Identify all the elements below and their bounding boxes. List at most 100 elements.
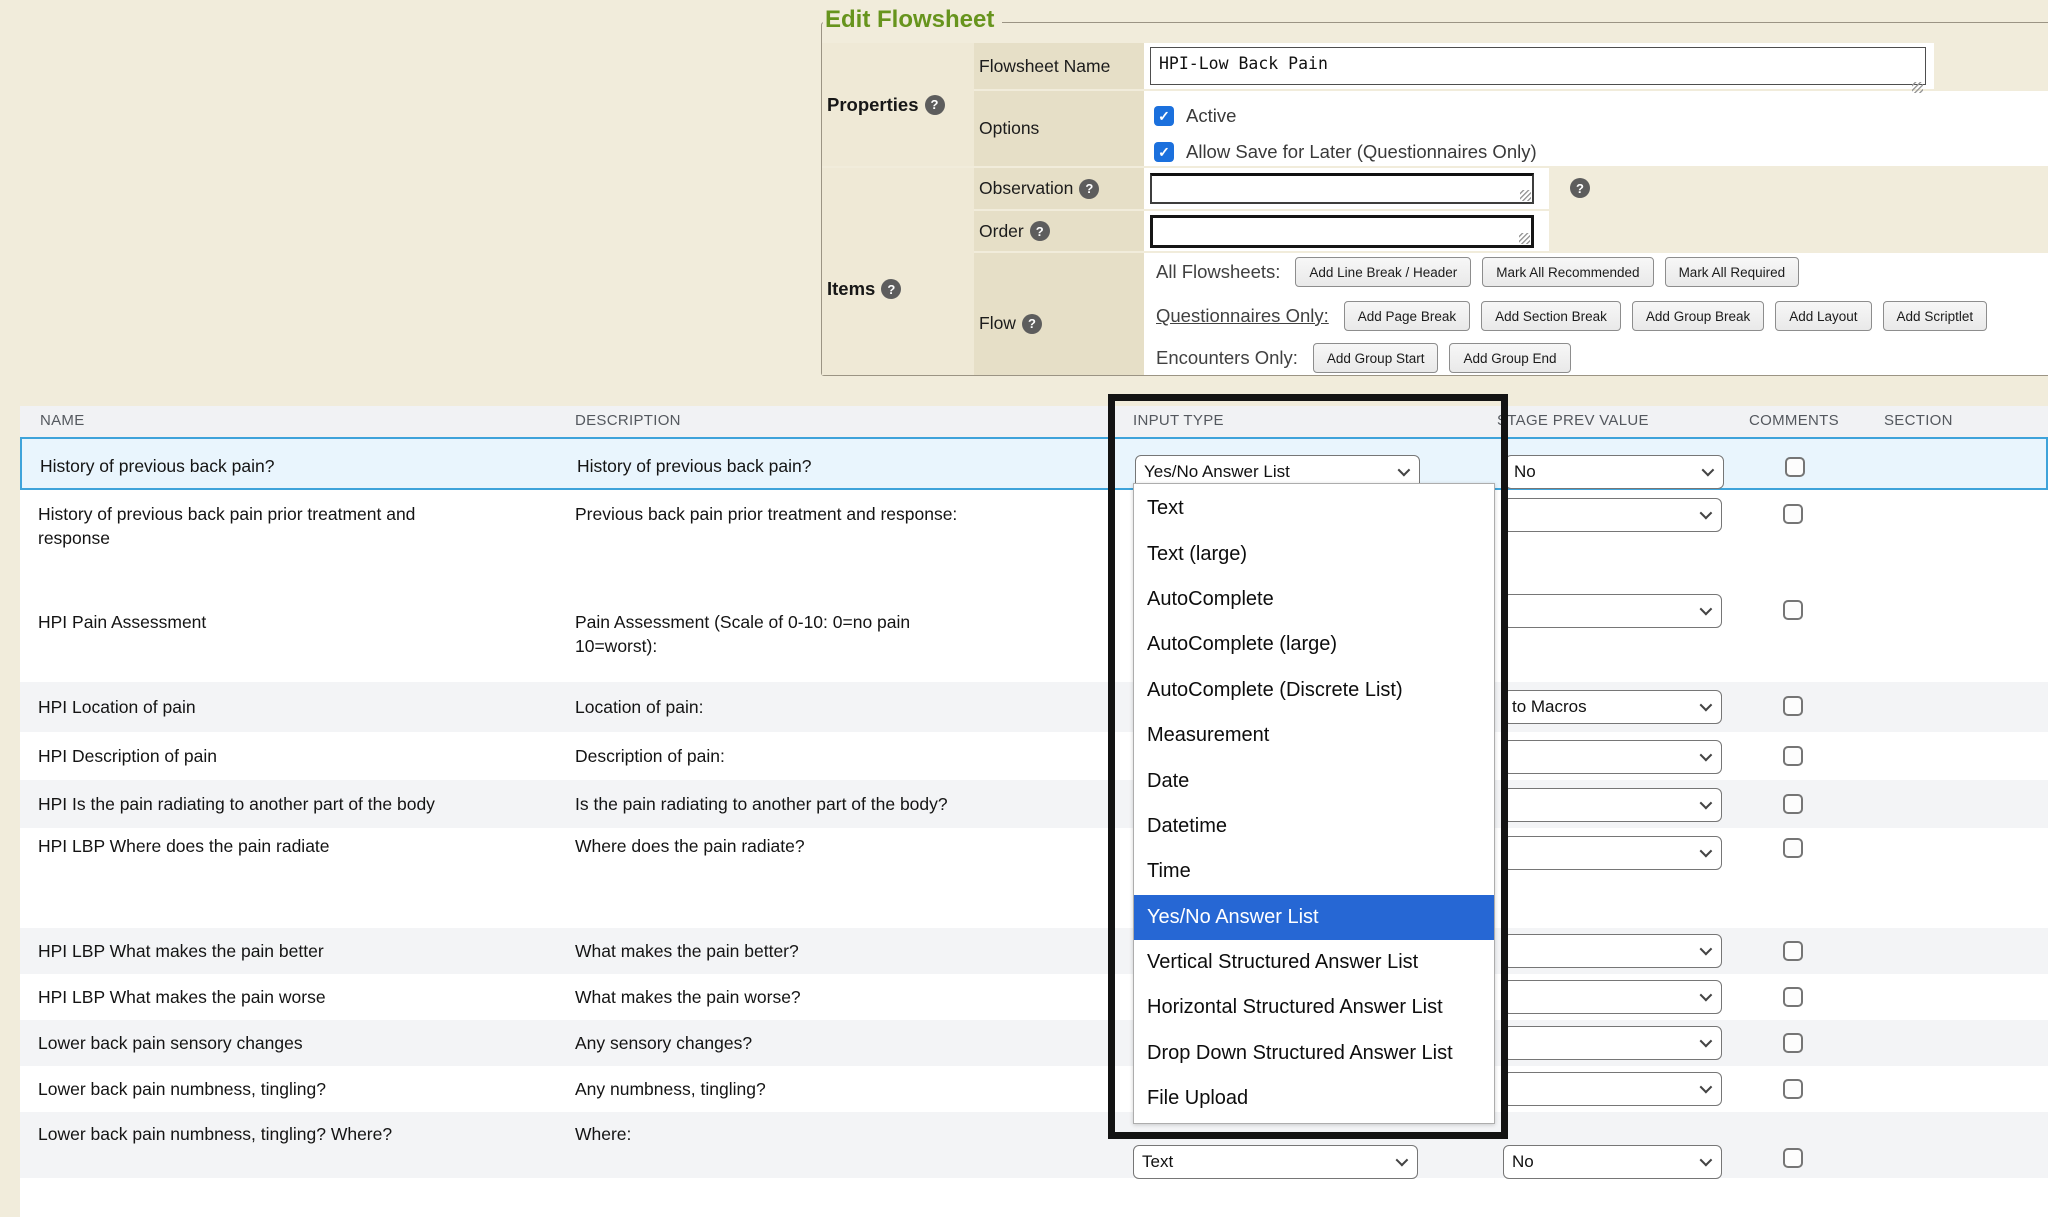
table-row[interactable]: HPI Pain Assessment Pain Assessment (Sca… [20,586,2048,682]
flow-label-cell: Flow ? [974,253,1144,375]
comments-checkbox[interactable] [1783,1033,1803,1053]
flow-group: All Flowsheets:Add Line Break / HeaderMa… [1156,257,1799,287]
dropdown-option-horizontal-structured-answer-list[interactable]: Horizontal Structured Answer List [1134,985,1494,1030]
add-line-break-header-button[interactable]: Add Line Break / Header [1295,257,1471,287]
observation-field-help-icon[interactable]: ? [1570,178,1590,198]
dropdown-option-measurement[interactable]: Measurement [1134,713,1494,758]
order-input[interactable] [1150,215,1534,248]
comments-checkbox[interactable] [1783,987,1803,1007]
row-description: Location of pain: [575,695,995,719]
properties-help-icon[interactable]: ? [925,95,945,115]
row-description: Any sensory changes? [575,1031,995,1055]
table-row[interactable]: History of previous back pain? History o… [20,437,2048,490]
stage-prev-value-select[interactable] [1503,498,1722,532]
comments-checkbox[interactable] [1783,600,1803,620]
options-label-cell: Options [974,91,1144,166]
table-row[interactable]: HPI Location of pain Location of pain: t… [20,682,2048,732]
flowsheet-name-input[interactable] [1150,47,1926,85]
table-row[interactable]: HPI Is the pain radiating to another par… [20,780,2048,828]
comments-checkbox[interactable] [1783,941,1803,961]
dropdown-option-text-large-[interactable]: Text (large) [1134,531,1494,576]
chevron-down-icon [1700,797,1713,810]
input-type-select[interactable]: Text [1133,1145,1418,1179]
add-layout-button[interactable]: Add Layout [1775,301,1871,331]
row-description: What makes the pain better? [575,939,995,963]
chevron-down-icon [1700,1081,1713,1094]
row-name: HPI Location of pain [38,695,488,719]
comments-checkbox[interactable] [1783,1079,1803,1099]
stage-prev-value-select[interactable] [1503,788,1722,822]
chevron-down-icon [1702,464,1715,477]
order-help-icon[interactable]: ? [1030,221,1050,241]
dropdown-option-yes-no-answer-list[interactable]: Yes/No Answer List [1134,895,1494,940]
mark-all-recommended-button[interactable]: Mark All Recommended [1482,257,1653,287]
comments-checkbox[interactable] [1783,696,1803,716]
add-group-break-button[interactable]: Add Group Break [1632,301,1764,331]
dropdown-option-autocomplete[interactable]: AutoComplete [1134,577,1494,622]
add-scriptlet-button[interactable]: Add Scriptlet [1883,301,1988,331]
table-row[interactable]: HPI LBP What makes the pain worse What m… [20,974,2048,1020]
add-page-break-button[interactable]: Add Page Break [1344,301,1470,331]
properties-section-cell: Properties ? [822,43,974,166]
stage-prev-value-select[interactable] [1503,1026,1722,1060]
table-row[interactable]: History of previous back pain prior trea… [20,490,2048,586]
observation-help-icon[interactable]: ? [1079,179,1099,199]
row-description: Description of pain: [575,744,995,768]
dropdown-option-vertical-structured-answer-list[interactable]: Vertical Structured Answer List [1134,940,1494,985]
table-row[interactable]: HPI LBP Where does the pain radiate Wher… [20,828,2048,928]
flow-group: Questionnaires Only:Add Page BreakAdd Se… [1156,301,1987,331]
chevron-down-icon [1398,464,1411,477]
comments-checkbox[interactable] [1783,794,1803,814]
table-row[interactable]: Lower back pain numbness, tingling? Wher… [20,1112,2048,1178]
add-section-break-button[interactable]: Add Section Break [1481,301,1621,331]
table-row[interactable]: Lower back pain sensory changes Any sens… [20,1020,2048,1066]
table-row[interactable]: Lower back pain numbness, tingling? Any … [20,1066,2048,1112]
table-row[interactable]: HPI Description of pain Description of p… [20,732,2048,780]
order-label-cell: Order ? [974,211,1144,251]
row-description: Where: [575,1122,995,1146]
column-header-comments: COMMENTS [1749,412,1839,429]
stage-prev-value-select[interactable] [1503,594,1722,628]
stage-prev-value-select[interactable] [1503,1072,1722,1106]
row-name: HPI LBP What makes the pain better [38,939,488,963]
add-group-start-button[interactable]: Add Group Start [1313,343,1439,373]
dropdown-option-drop-down-structured-answer-list[interactable]: Drop Down Structured Answer List [1134,1031,1494,1076]
dropdown-option-time[interactable]: Time [1134,849,1494,894]
comments-checkbox[interactable] [1783,746,1803,766]
stage-prev-value-select[interactable]: No [1505,455,1724,489]
chevron-down-icon [1700,845,1713,858]
active-checkbox[interactable]: ✓ [1154,106,1174,126]
flow-label: Flow [979,313,1016,334]
chevron-down-icon [1700,603,1713,616]
add-group-end-button[interactable]: Add Group End [1449,343,1570,373]
items-section-cell: Items ? [822,168,974,375]
items-help-icon[interactable]: ? [881,279,901,299]
option-allow-save-row: ✓ Allow Save for Later (Questionnaires O… [1154,141,1537,163]
input-type-dropdown-list: TextText (large)AutoCompleteAutoComplete… [1133,483,1495,1124]
stage-prev-value-select[interactable] [1503,740,1722,774]
mark-all-required-button[interactable]: Mark All Required [1665,257,1800,287]
row-name: HPI Description of pain [38,744,488,768]
dropdown-option-file-upload[interactable]: File Upload [1134,1076,1494,1121]
dropdown-option-datetime[interactable]: Datetime [1134,804,1494,849]
row-name: HPI Is the pain radiating to another par… [38,792,488,816]
observation-input[interactable] [1150,173,1534,204]
stage-prev-value-select[interactable]: No [1503,1145,1722,1179]
allow-save-checkbox[interactable]: ✓ [1154,142,1174,162]
comments-checkbox[interactable] [1783,838,1803,858]
stage-prev-value-select[interactable] [1503,836,1722,870]
flow-help-icon[interactable]: ? [1022,314,1042,334]
dropdown-option-autocomplete-large-[interactable]: AutoComplete (large) [1134,622,1494,667]
chevron-down-icon [1700,989,1713,1002]
dropdown-option-text[interactable]: Text [1134,486,1494,531]
dropdown-option-autocomplete-discrete-list-[interactable]: AutoComplete (Discrete List) [1134,668,1494,713]
stage-prev-value-select[interactable]: to Macros [1503,690,1722,724]
resize-grip-icon[interactable] [1912,82,1923,93]
comments-checkbox[interactable] [1783,504,1803,524]
stage-prev-value-select[interactable] [1503,980,1722,1014]
comments-checkbox[interactable] [1783,1148,1803,1168]
dropdown-option-date[interactable]: Date [1134,758,1494,803]
comments-checkbox[interactable] [1785,457,1805,477]
table-row[interactable]: HPI LBP What makes the pain better What … [20,928,2048,974]
stage-prev-value-select[interactable] [1503,934,1722,968]
